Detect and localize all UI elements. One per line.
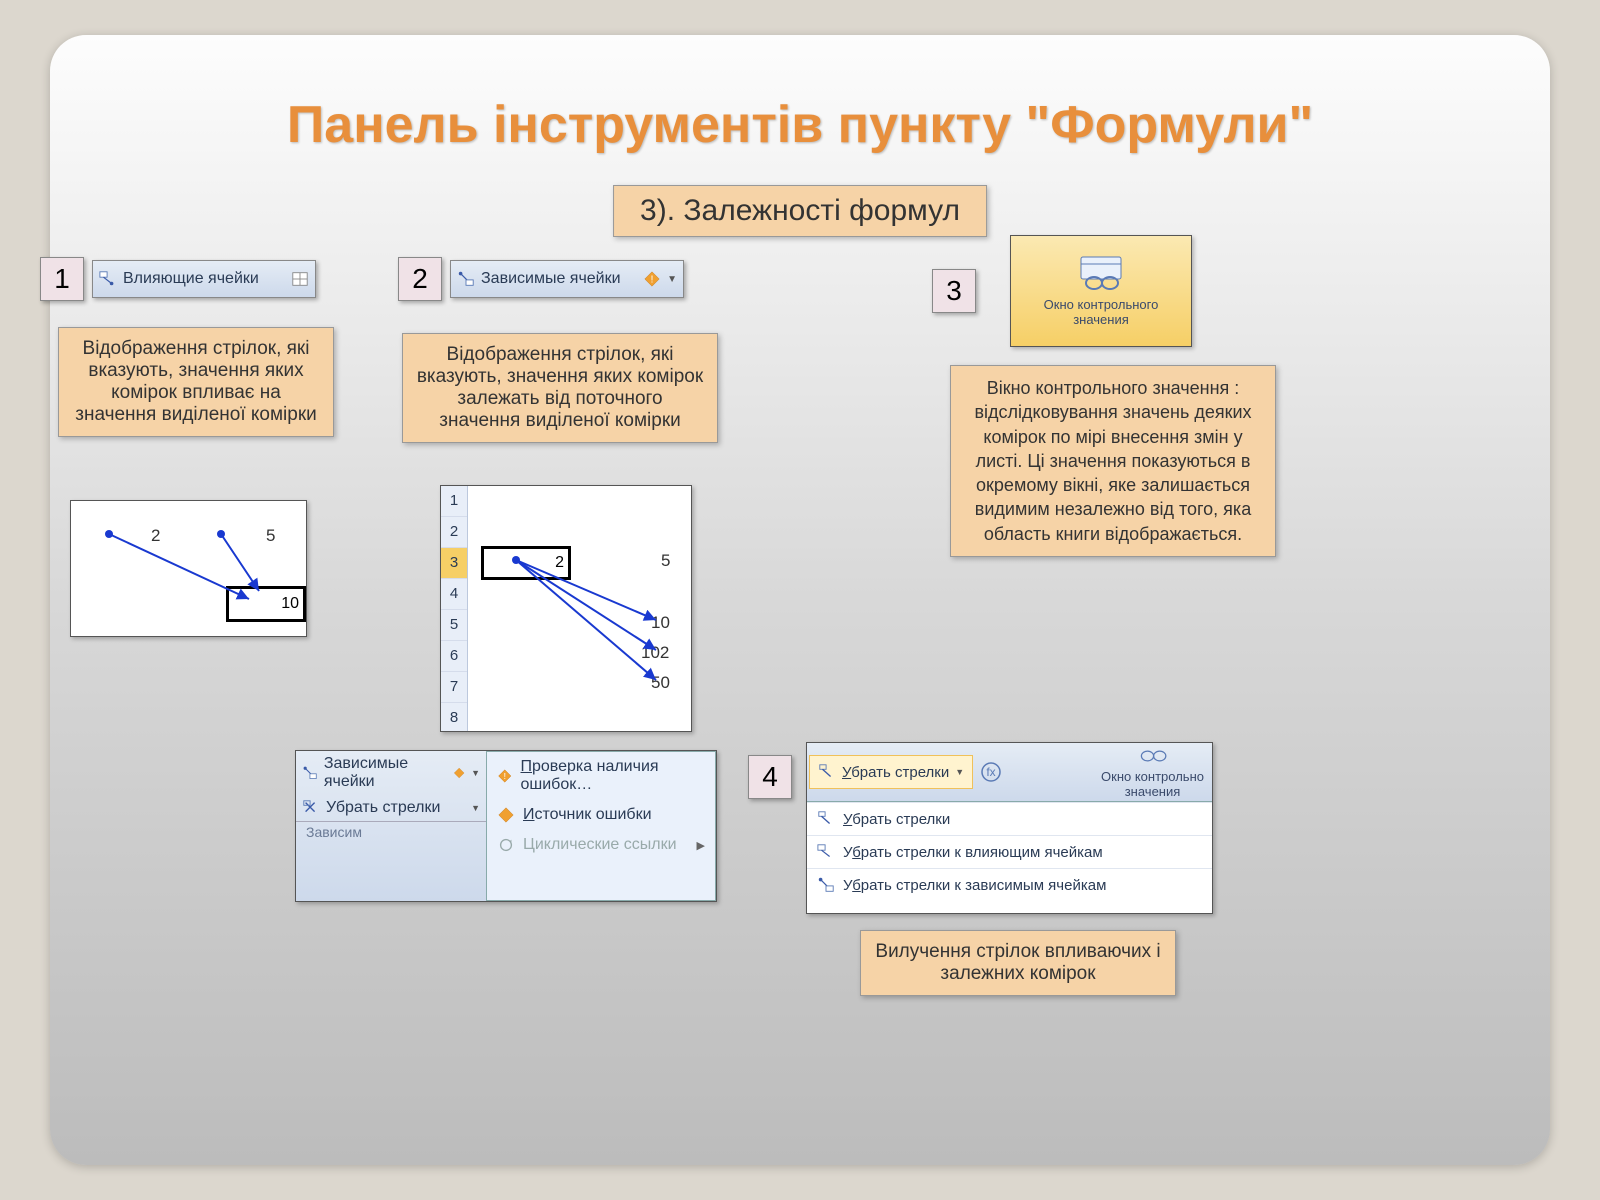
badge-2: 2 (398, 257, 442, 301)
example-dependents: 1 2 3 4 5 6 7 8 2 5 10 102 50 (440, 485, 692, 732)
remove-precedents-icon (817, 843, 835, 861)
arrows-icon (441, 486, 691, 731)
evaluate-formula-icon[interactable]: fx (979, 760, 1003, 784)
group-label: Зависим (296, 821, 486, 842)
svg-text:!: ! (651, 275, 654, 286)
example-precedents: 10 2 5 (70, 500, 307, 637)
remove-all-arrows-item[interactable]: Убрать стрелки (807, 802, 1212, 835)
circular-icon (497, 836, 515, 854)
trace-precedents-button[interactable]: Влияющие ячейки (92, 260, 316, 298)
label: Убрать стрелки к влияющим ячейкам (843, 844, 1103, 861)
trace-dependents-button[interactable]: Зависимые ячейки ! ▼ (450, 260, 684, 298)
error-checking-menu: Зависимые ячейки ▼ Убрать стрелки ▼ Зави… (295, 750, 717, 902)
watch-window-mini[interactable]: Окно контрольно значения (1093, 742, 1212, 803)
desc-3: Вікно контрольного значення : відслідков… (950, 365, 1276, 557)
glasses-icon (1136, 745, 1170, 767)
error-source-icon (497, 806, 515, 824)
remove-arrows-icon (302, 799, 320, 817)
check-errors-item[interactable]: ! Проверка наличия ошибок… (487, 752, 715, 800)
error-source-item[interactable]: Источник ошибки (487, 800, 715, 830)
label: значения (1073, 312, 1129, 327)
arrows-icon (71, 501, 306, 636)
label: Убрать стрелки (842, 764, 949, 781)
desc-2: Відображення стрілок, які вказують, знач… (402, 333, 718, 443)
remove-arrows-mini-button[interactable]: Убрать стрелки ▼ (296, 795, 486, 821)
remove-arrows-button[interactable]: Убрать стрелки ▼ (809, 755, 973, 789)
label: Зависимые ячейки (481, 270, 621, 288)
watch-window-button[interactable]: Окно контрольного значения (1010, 235, 1192, 347)
slide-title: Панель інструментів пункту "Формули" (50, 95, 1550, 155)
svg-text:!: ! (504, 771, 506, 781)
desc-4: Вилучення стрілок впливаючих і залежних … (860, 930, 1176, 996)
label: Убрать стрелки (843, 811, 950, 828)
remove-arrows-icon (818, 763, 836, 781)
svg-text:fx: fx (987, 765, 996, 779)
remove-precedent-arrows-item[interactable]: Убрать стрелки к влияющим ячейкам (807, 835, 1212, 868)
dependents-mini-button[interactable]: Зависимые ячейки ▼ (296, 751, 486, 795)
remove-dependent-arrows-item[interactable]: Убрать стрелки к зависимым ячейкам (807, 868, 1212, 901)
trace-dependents-icon (457, 270, 475, 288)
label: Циклические ссылки (523, 836, 677, 854)
label: Зависимые ячейки (324, 755, 447, 791)
subtitle: 3). Залежності формул (613, 185, 987, 237)
label: Убрать стрелки (326, 799, 440, 817)
circular-refs-item: Циклические ссылки ▶ (487, 830, 715, 860)
trace-precedents-icon (99, 270, 117, 288)
error-check-icon: ! (643, 270, 661, 288)
slide: Панель інструментів пункту "Формули" 3).… (50, 35, 1550, 1165)
error-check-icon (453, 766, 465, 780)
watch-window-icon (1076, 255, 1126, 291)
chevron-right-icon: ▶ (697, 839, 705, 852)
label: Окно контрольного (1044, 297, 1159, 312)
badge-1: 1 (40, 257, 84, 301)
trace-dependents-icon (302, 764, 318, 782)
remove-dependents-icon (817, 876, 835, 894)
label: Окно контрольно значения (1101, 769, 1204, 799)
desc-1: Відображення стрілок, які вказують, знач… (58, 327, 334, 437)
remove-arrows-icon (817, 810, 835, 828)
badge-3: 3 (932, 269, 976, 313)
label: Влияющие ячейки (123, 270, 259, 288)
remove-arrows-dropdown: Убрать стрелки ▼ fx Окно контрольно знач… (806, 742, 1213, 914)
error-check-icon: ! (497, 767, 513, 785)
table-icon (291, 270, 309, 288)
label: Убрать стрелки к зависимым ячейкам (843, 877, 1106, 894)
badge-4: 4 (748, 755, 792, 799)
label: Проверка наличия ошибок… (521, 758, 706, 794)
label: Источник ошибки (523, 806, 652, 824)
